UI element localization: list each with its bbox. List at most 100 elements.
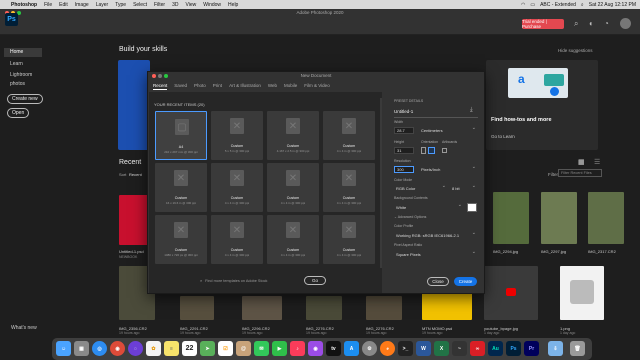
avatar[interactable] (620, 18, 631, 29)
podcasts-icon[interactable]: ◉ (308, 341, 323, 356)
menu-type[interactable]: Type (115, 2, 126, 8)
sidebar-item-home[interactable]: Home (4, 48, 42, 57)
width-unit-dropdown[interactable]: Centimeters (421, 125, 476, 134)
sidebar-item-learn[interactable]: Learn (4, 60, 42, 69)
background-contents-dropdown[interactable]: White (396, 202, 462, 211)
hide-suggestions-link[interactable]: Hide suggestions (558, 48, 593, 53)
maps-icon[interactable]: ➤ (200, 341, 215, 356)
recent-thumbnail[interactable] (493, 192, 529, 244)
premiere-pro-icon[interactable]: Pr (524, 341, 539, 356)
open-button[interactable]: Open (7, 108, 30, 118)
preset-tile[interactable]: ✕ Custom 4.167 x 2.5 in @ 300 ppi (267, 111, 319, 160)
trial-purchase-button[interactable]: Trial ended | Purchase (522, 19, 564, 29)
close-button[interactable]: Close (427, 277, 449, 286)
notifications-icon[interactable]: ◔ (604, 19, 609, 29)
grid-view-icon[interactable]: ▦ (578, 158, 585, 166)
preset-tile[interactable]: ✕ Custom 4 x 4 in @ 300 ppi (323, 215, 375, 264)
notes-icon[interactable]: ≡ (164, 341, 179, 356)
go-button[interactable]: Go (304, 276, 326, 285)
safari-icon[interactable]: ◎ (92, 341, 107, 356)
tab-mobile[interactable]: Mobile (284, 83, 297, 90)
facetime-icon[interactable]: ▶ (272, 341, 287, 356)
preset-tile[interactable]: ✕ Custom 4 x 4 in @ 300 ppi (323, 111, 375, 160)
siri-icon[interactable]: ◌ (128, 341, 143, 356)
learn-icon[interactable]: ◐ (589, 19, 594, 29)
resolution-input[interactable]: 300 (394, 166, 414, 173)
create-button[interactable]: Create (454, 277, 477, 286)
recent-thumbnail[interactable] (180, 296, 214, 320)
word-icon[interactable]: W (416, 341, 431, 356)
recent-thumbnail[interactable] (588, 192, 624, 244)
menu-help[interactable]: Help (228, 2, 238, 8)
recent-thumbnail[interactable] (484, 266, 538, 320)
tab-art-illustration[interactable]: Art & Illustration (229, 83, 261, 90)
app-store-icon[interactable]: A (344, 341, 359, 356)
activity-monitor-icon[interactable]: ~ (452, 341, 467, 356)
menu-view[interactable]: View (186, 2, 197, 8)
menu-status-text[interactable]: ABC - Extended (540, 2, 576, 8)
excel-icon[interactable]: X (434, 341, 449, 356)
reminders-icon[interactable]: ☑ (218, 341, 233, 356)
portrait-orientation-icon[interactable] (421, 147, 426, 154)
contacts-icon[interactable]: @ (236, 341, 251, 356)
landscape-orientation-icon[interactable] (428, 147, 435, 154)
recent-thumbnail[interactable] (366, 296, 402, 320)
preset-tile[interactable]: ✕ Custom 4 x 4 in @ 300 ppi (211, 215, 263, 264)
preset-tile-a4[interactable]: ▢ A4 210 x 297 mm @ 300 ppi (155, 111, 207, 160)
tv-icon[interactable]: tv (326, 341, 341, 356)
wifi-icon[interactable]: ◠ (521, 2, 525, 8)
preset-tile[interactable]: ✕ Custom 5 x 5 in @ 300 ppi (211, 111, 263, 160)
list-view-icon[interactable]: ☰ (594, 158, 600, 166)
height-input[interactable]: 31 (394, 147, 414, 154)
menu-3d[interactable]: 3D (172, 2, 178, 8)
menu-select[interactable]: Select (133, 2, 147, 8)
menu-clock[interactable]: Sat 22 Aug 12:12 PM (589, 2, 636, 8)
preset-tile[interactable]: ✕ Custom 4 x 4 in @ 300 ppi (211, 163, 263, 212)
save-preset-icon[interactable]: ⤓ (470, 107, 473, 114)
search-icon[interactable]: ⌕ (574, 19, 578, 29)
tab-film-video[interactable]: Film & Video (304, 83, 329, 90)
preset-tile[interactable]: ✕ Custom 4 x 4 in @ 300 ppi (267, 215, 319, 264)
finder-icon[interactable]: ☺ (56, 341, 71, 356)
whats-new-link[interactable]: What's new (6, 324, 44, 333)
trash-icon[interactable]: 🗑 (570, 341, 585, 356)
tab-print[interactable]: Print (213, 83, 222, 90)
stock-search-input[interactable]: Find more templates on Adobe Stock (205, 279, 267, 283)
battery-icon[interactable]: ▭ (530, 2, 535, 8)
width-input[interactable]: 28.7 (394, 127, 414, 134)
creative-cloud-icon[interactable]: ∞ (470, 341, 485, 356)
launchpad-icon[interactable]: ▦ (74, 341, 89, 356)
background-color-swatch[interactable] (467, 203, 477, 212)
skill-card-thumbnail[interactable] (118, 60, 150, 150)
advanced-options-toggle[interactable]: ⌄ Advanced Options (394, 215, 426, 219)
color-profile-dropdown[interactable]: Working RGB: sRGB IEC61966-2.1 (396, 230, 476, 239)
pixel-aspect-dropdown[interactable]: Square Pixels (396, 249, 476, 258)
tab-recent[interactable]: Recent (153, 83, 168, 90)
go-to-learn-link[interactable]: Go to Learn (491, 134, 515, 139)
menu-edit[interactable]: Edit (59, 2, 68, 8)
system-preferences-icon[interactable]: ⚙ (362, 341, 377, 356)
recent-thumbnail[interactable] (242, 296, 282, 320)
search-icon[interactable]: ⌕ (581, 2, 584, 8)
recent-thumbnail[interactable] (306, 296, 342, 320)
chrome-icon[interactable]: ◉ (110, 341, 125, 356)
recent-thumbnail[interactable] (119, 195, 149, 245)
downloads-icon[interactable]: ⇩ (548, 341, 563, 356)
document-name-field[interactable]: Untitled-1 (394, 109, 413, 114)
firefox-icon[interactable]: ◕ (380, 341, 395, 356)
preset-tile[interactable]: ✕ Custom 4 x 4 in @ 300 ppi (323, 163, 375, 212)
artboards-checkbox[interactable] (442, 148, 447, 153)
preset-tile[interactable]: ✕ Custom 16 x 19.6 in @ 300 ppi (155, 163, 207, 212)
terminal-icon[interactable]: >_ (398, 341, 413, 356)
audition-icon[interactable]: Au (488, 341, 503, 356)
photos-icon[interactable]: ✿ (146, 341, 161, 356)
recent-thumbnail[interactable] (560, 266, 604, 320)
filter-input[interactable]: Filter Recent Files (558, 169, 602, 177)
preset-tile[interactable]: ✕ Custom 1080 x 720 px @ 300 ppi (155, 215, 207, 264)
menu-layer[interactable]: Layer (96, 2, 109, 8)
presets-scrollbar[interactable] (380, 98, 382, 268)
menu-filter[interactable]: Filter (154, 2, 165, 8)
color-mode-dropdown[interactable]: RGB Color (396, 183, 446, 192)
resolution-unit-dropdown[interactable]: Pixels/Inch (421, 164, 476, 173)
recent-thumbnail[interactable] (541, 192, 577, 244)
